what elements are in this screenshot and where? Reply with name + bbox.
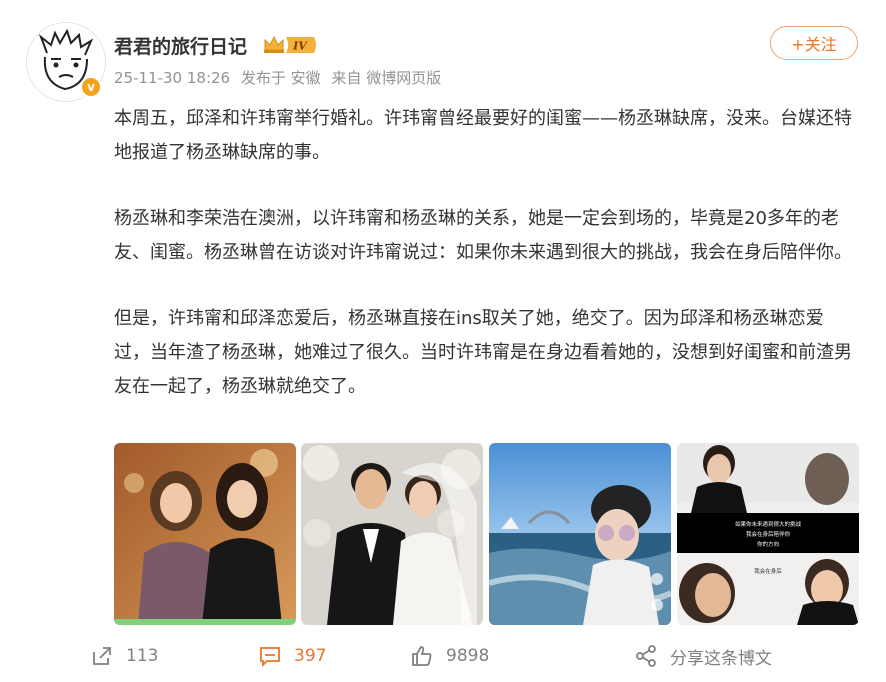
post-source: 来自 微博网页版 [331,69,442,87]
post-location: 发布于 安徽 [240,69,321,87]
interview-collage-photo-icon: 如果你未来遇到很大的挑战 我会在身后陪伴你 你的方向 我会在身后 [677,443,859,625]
repost-icon [93,647,111,665]
share-post-label: 分享这条博文 [670,648,772,669]
collage-caption-3: 你的方向 [757,540,779,548]
repost-count: 113 [126,646,159,666]
weibo-post-card: v 君君的旅行日记 IV 25-11-30 18:26 发布于 安徽 来自 微博… [0,0,886,682]
post-meta: 25-11-30 18:26 发布于 安徽 来自 微博网页版 [114,67,447,88]
level-badge[interactable]: IV [262,34,318,60]
collage-caption-1: 如果你未来遇到很大的挑战 [735,520,802,528]
like-icon [412,646,432,666]
harbour-selfie-photo-icon [489,443,671,625]
post-paragraph-1: 本周五，邱泽和许玮甯举行婚礼。许玮甯曾经最要好的闺蜜——杨丞琳缺席，没来。台媒还… [114,108,852,163]
verified-badge: v [80,76,102,98]
collage-caption-4: 我会在身后 [754,567,782,575]
post-content: 本周五，邱泽和许玮甯举行婚礼。许玮甯曾经最要好的闺蜜——杨丞琳缺席，没来。台媒还… [114,102,859,436]
post-timestamp[interactable]: 25-11-30 18:26 [114,69,230,87]
collage-caption-2: 我会在身后陪伴你 [746,530,791,538]
author-name[interactable]: 君君的旅行日记 [114,32,247,59]
post-action-bar: 113 397 9898 分享这条博文 [0,636,886,676]
two-women-photo-icon [114,443,296,625]
share-post-button[interactable]: 分享这条博文 [634,636,772,676]
wedding-photo-icon [301,443,483,625]
crown-level-icon: IV [264,35,316,53]
post-image-4[interactable]: 如果你未来遇到很大的挑战 我会在身后陪伴你 你的方向 我会在身后 [677,443,859,625]
post-image-3[interactable] [489,443,671,625]
share-icon [636,645,656,667]
post-image-1[interactable] [114,443,296,625]
level-text: IV [292,40,308,53]
repost-button[interactable]: 113 [90,636,158,676]
post-paragraph-2: 杨丞琳和李荣浩在澳洲，以许玮甯和杨丞琳的关系，她是一定会到场的，毕竟是20多年的… [114,208,852,263]
like-count: 9898 [446,646,490,666]
comment-count: 397 [294,646,327,666]
post-paragraph-3: 但是，许玮甯和邱泽恋爱后，杨丞琳直接在ins取关了她，绝交了。因为邱泽和杨丞琳恋… [114,308,852,397]
comment-button[interactable]: 397 [258,636,326,676]
comment-icon [260,647,280,668]
follow-button[interactable]: +关注 [770,26,858,60]
like-button[interactable]: 9898 [410,636,489,676]
post-image-2[interactable] [301,443,483,625]
